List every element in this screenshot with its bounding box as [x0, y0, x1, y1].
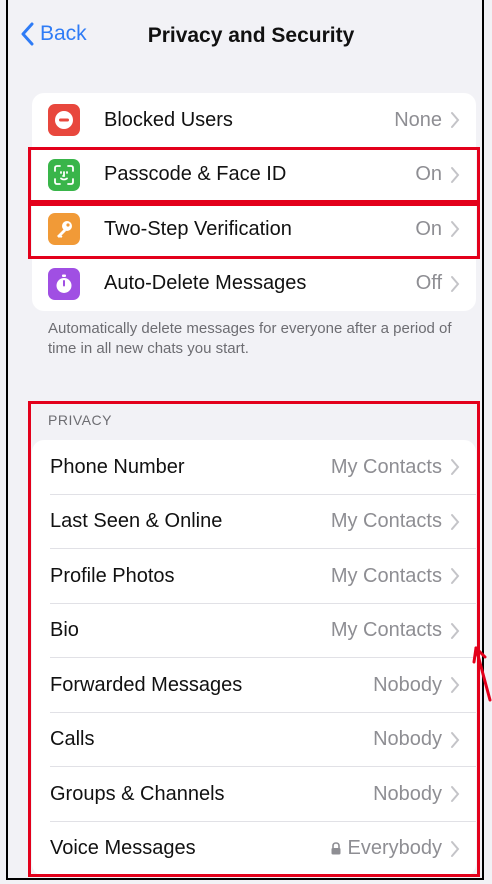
chevron-right-icon: [451, 166, 460, 183]
row-label: Bio: [50, 619, 79, 642]
two-step-verification-row[interactable]: Two-Step Verification On: [32, 202, 476, 257]
row-label: Passcode & Face ID: [104, 163, 287, 186]
chevron-right-icon: [451, 568, 460, 585]
chevron-right-icon: [451, 786, 460, 803]
row-value: None: [394, 108, 442, 131]
row-value-wrapper: Everybody: [330, 837, 443, 860]
chevron-right-icon: [451, 622, 460, 639]
privacy-card: Phone Number My Contacts Last Seen & Onl…: [32, 440, 476, 876]
groups-channels-row[interactable]: Groups & Channels Nobody: [32, 767, 476, 822]
auto-delete-messages-row[interactable]: Auto-Delete Messages Off: [32, 257, 476, 312]
navigation-bar: Back Privacy and Security: [8, 0, 482, 74]
row-label: Voice Messages: [50, 837, 196, 860]
row-value: Everybody: [347, 837, 443, 860]
voice-messages-row[interactable]: Voice Messages Everybody: [32, 822, 476, 877]
row-value: My Contacts: [330, 564, 442, 587]
auto-delete-footnote: Automatically delete messages for everyo…: [48, 320, 452, 357]
chevron-right-icon: [451, 112, 460, 129]
row-label: Auto-Delete Messages: [104, 272, 307, 295]
passcode-face-id-row[interactable]: Passcode & Face ID On: [32, 148, 476, 202]
blocked-users-row[interactable]: Blocked Users None: [32, 93, 476, 148]
profile-photos-row[interactable]: Profile Photos My Contacts: [32, 549, 476, 604]
row-value: Off: [415, 272, 442, 295]
last-seen-online-row[interactable]: Last Seen & Online My Contacts: [32, 495, 476, 549]
minus-circle-icon: [48, 104, 80, 137]
screen-frame: Back Privacy and Security Blocked Users …: [6, 0, 484, 880]
chevron-right-icon: [451, 731, 460, 748]
key-icon: [48, 213, 80, 246]
row-label: Groups & Channels: [50, 782, 225, 805]
row-value: Nobody: [373, 673, 442, 696]
annotation-arrow-icon: [472, 646, 492, 702]
chevron-right-icon: [451, 840, 460, 857]
row-value: My Contacts: [330, 619, 442, 642]
page-title: Privacy and Security: [147, 24, 355, 47]
chevron-right-icon: [451, 677, 460, 694]
row-value: My Contacts: [330, 455, 442, 478]
lock-icon: [331, 842, 340, 855]
row-label: Last Seen & Online: [50, 510, 223, 533]
privacy-section-header: PRIVACY: [48, 412, 112, 428]
chevron-right-icon: [451, 275, 460, 292]
timer-icon: [48, 267, 80, 300]
row-label: Phone Number: [50, 455, 185, 478]
bio-row[interactable]: Bio My Contacts: [32, 604, 476, 658]
row-label: Profile Photos: [50, 564, 175, 587]
row-value: Nobody: [373, 728, 442, 751]
chevron-right-icon: [451, 459, 460, 476]
face-id-icon: [48, 158, 80, 191]
row-label: Forwarded Messages: [50, 673, 243, 696]
security-card: Blocked Users None Passcode & Face ID On…: [32, 93, 476, 311]
chevron-right-icon: [451, 221, 460, 238]
chevron-right-icon: [451, 513, 460, 530]
row-value: On: [415, 217, 442, 240]
row-label: Calls: [50, 728, 95, 751]
row-label: Two-Step Verification: [104, 217, 292, 240]
forwarded-messages-row[interactable]: Forwarded Messages Nobody: [32, 658, 476, 713]
phone-number-row[interactable]: Phone Number My Contacts: [32, 440, 476, 495]
row-value: On: [415, 163, 442, 186]
row-label: Blocked Users: [104, 108, 233, 131]
row-value: My Contacts: [330, 510, 442, 533]
calls-row[interactable]: Calls Nobody: [32, 713, 476, 767]
row-value: Nobody: [373, 782, 442, 805]
